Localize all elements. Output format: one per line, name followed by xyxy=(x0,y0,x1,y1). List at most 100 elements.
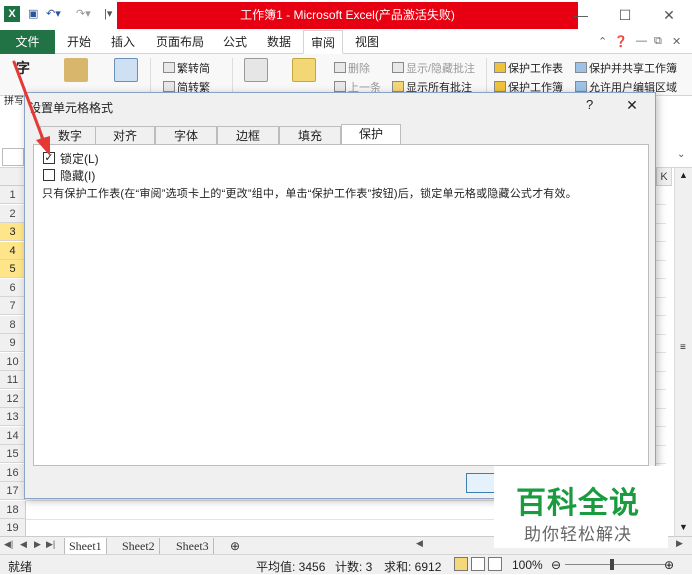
insert-sheet-icon[interactable]: ⊕ xyxy=(226,538,244,554)
undo-icon[interactable]: ↶▾ xyxy=(46,7,61,20)
select-all-corner[interactable] xyxy=(0,168,26,186)
row-header[interactable]: 3 xyxy=(0,223,26,241)
workbook-restore-icon[interactable]: ⧉ xyxy=(654,35,662,48)
sheet-tab-2[interactable]: Sheet2 xyxy=(118,538,160,554)
customize-qat-icon[interactable]: |▾ xyxy=(104,7,112,20)
row-header[interactable]: 17 xyxy=(0,482,26,500)
row-header[interactable]: 12 xyxy=(0,389,26,408)
row-header[interactable]: 19 xyxy=(0,519,26,537)
row-header[interactable]: 7 xyxy=(0,297,26,315)
research-icon[interactable] xyxy=(64,58,88,82)
row-header[interactable]: 15 xyxy=(0,445,26,463)
protect-sheet-button[interactable]: 保护工作表 xyxy=(494,60,563,76)
row-header[interactable]: 6 xyxy=(0,278,26,297)
show-hide-label: 显示/隐藏批注 xyxy=(406,63,476,75)
row-header[interactable]: 18 xyxy=(0,500,26,519)
show-all-comments-icon xyxy=(392,81,404,92)
row-header[interactable]: 14 xyxy=(0,426,26,445)
delete-label: 删除 xyxy=(348,63,370,75)
tab-data[interactable]: 数据 xyxy=(262,30,296,54)
zoom-in-icon[interactable]: ⊕ xyxy=(664,558,674,572)
title-bar: X ▣ ↶▾ ↷▾ |▾ 工作簿1 - Microsoft Excel(产品激活… xyxy=(0,0,692,30)
row-header[interactable]: 9 xyxy=(0,334,26,352)
scroll-down-icon[interactable]: ▼ xyxy=(679,522,688,532)
row-header[interactable]: 13 xyxy=(0,408,26,426)
row-header[interactable]: 4 xyxy=(0,241,26,260)
workbook-minimize-icon[interactable]: — xyxy=(636,35,647,47)
next-sheet-icon[interactable]: ▶ xyxy=(34,539,41,550)
scroll-up-icon[interactable]: ▲ xyxy=(679,170,688,180)
first-sheet-icon[interactable]: ◀| xyxy=(4,539,13,550)
hscroll-right-icon[interactable]: ▶ xyxy=(676,538,683,549)
normal-view-icon[interactable] xyxy=(454,557,468,571)
row-header[interactable]: 2 xyxy=(0,204,26,223)
sheet-tab-3[interactable]: Sheet3 xyxy=(172,538,214,554)
scroll-thumb-icon[interactable]: ≡ xyxy=(680,342,686,353)
tab-view[interactable]: 视图 xyxy=(350,30,384,54)
minimize-icon[interactable]: — xyxy=(566,4,596,26)
prev-sheet-icon[interactable]: ◀ xyxy=(20,539,27,550)
format-cells-dialog: 设置单元格格式 ? ✕ 数字 对齐 字体 边框 填充 保护 ✓ 锁定(L) 隐藏… xyxy=(24,92,656,499)
window-title: 工作簿1 - Microsoft Excel(产品激活失败) xyxy=(117,2,578,29)
close-window-icon[interactable]: ✕ xyxy=(654,4,684,26)
name-box[interactable] xyxy=(2,148,24,166)
tab-protection[interactable]: 保护 xyxy=(341,124,401,144)
tab-formulas[interactable]: 公式 xyxy=(218,30,252,54)
collapse-ribbon-icon[interactable]: ⌃ xyxy=(598,35,607,48)
dialog-help-icon[interactable]: ? xyxy=(586,97,593,112)
protect-share-button[interactable]: 保护并共享工作簿 xyxy=(575,60,677,76)
trad-to-simp-button[interactable]: 繁转简 xyxy=(163,60,210,76)
column-header-k[interactable]: K xyxy=(656,168,672,186)
vertical-scrollbar[interactable]: ▲ ≡ ▼ xyxy=(674,168,692,536)
help-icon[interactable]: ❓ xyxy=(614,35,628,48)
tab-border[interactable]: 边框 xyxy=(217,126,279,144)
delete-comment-button[interactable]: 删除 xyxy=(334,60,370,76)
thesaurus-icon[interactable] xyxy=(114,58,138,82)
tab-file[interactable]: 文件 xyxy=(0,30,55,54)
hidden-label[interactable]: 隐藏(I) xyxy=(60,167,95,184)
tab-number[interactable]: 数字 xyxy=(40,126,100,144)
row-header[interactable]: 8 xyxy=(0,315,26,334)
hidden-checkbox[interactable] xyxy=(43,169,55,181)
excel-logo-icon[interactable]: X xyxy=(4,6,20,22)
tab-home[interactable]: 开始 xyxy=(62,30,96,54)
translate-icon[interactable] xyxy=(244,58,268,82)
row-header[interactable]: 10 xyxy=(0,352,26,371)
ribbon-separator xyxy=(232,58,233,94)
locked-checkbox[interactable]: ✓ xyxy=(43,152,55,164)
protection-description: 只有保护工作表(在“审阅”选项卡上的“更改”组中，单击“保护工作表”按钮)后，锁… xyxy=(42,188,577,200)
trad-simp-icon xyxy=(163,62,175,73)
tab-alignment[interactable]: 对齐 xyxy=(95,126,155,144)
tab-page-layout[interactable]: 页面布局 xyxy=(150,30,210,54)
new-comment-icon[interactable] xyxy=(292,58,316,82)
page-break-view-icon[interactable] xyxy=(488,557,502,571)
zoom-slider-track[interactable] xyxy=(565,564,665,565)
row-header[interactable]: 11 xyxy=(0,371,26,389)
zoom-level[interactable]: 100% xyxy=(512,558,543,572)
row-header[interactable]: 5 xyxy=(0,260,26,278)
page-layout-view-icon[interactable] xyxy=(471,557,485,571)
tab-font[interactable]: 字体 xyxy=(155,126,217,144)
tab-fill[interactable]: 填充 xyxy=(279,126,341,144)
row-header[interactable]: 1 xyxy=(0,186,26,204)
redo-icon[interactable]: ↷▾ xyxy=(76,7,91,20)
zoom-out-icon[interactable]: ⊖ xyxy=(551,558,561,572)
dialog-close-icon[interactable]: ✕ xyxy=(621,94,643,116)
locked-label[interactable]: 锁定(L) xyxy=(60,150,99,167)
sum-status: 求和: 6912 xyxy=(384,560,442,574)
zoom-slider-thumb[interactable] xyxy=(610,559,614,570)
tab-review[interactable]: 审阅 xyxy=(303,30,343,54)
hscroll-left-icon[interactable]: ◀ xyxy=(416,538,423,549)
sheet-tab-1[interactable]: Sheet1 xyxy=(64,538,107,554)
save-icon[interactable]: ▣ xyxy=(28,7,38,20)
last-sheet-icon[interactable]: ▶| xyxy=(46,539,55,550)
workbook-close-icon[interactable]: ✕ xyxy=(672,35,681,48)
tab-insert[interactable]: 插入 xyxy=(106,30,140,54)
show-hide-comment-button[interactable]: 显示/隐藏批注 xyxy=(392,60,475,76)
expand-formula-icon[interactable]: ⌄ xyxy=(677,149,685,160)
protect-share-label: 保护并共享工作簿 xyxy=(589,63,677,75)
row-header[interactable]: 16 xyxy=(0,463,26,482)
spelling-button[interactable]: 字 xyxy=(16,58,30,78)
ready-status: 就绪 xyxy=(8,560,33,574)
maximize-icon[interactable]: ☐ xyxy=(610,4,640,26)
